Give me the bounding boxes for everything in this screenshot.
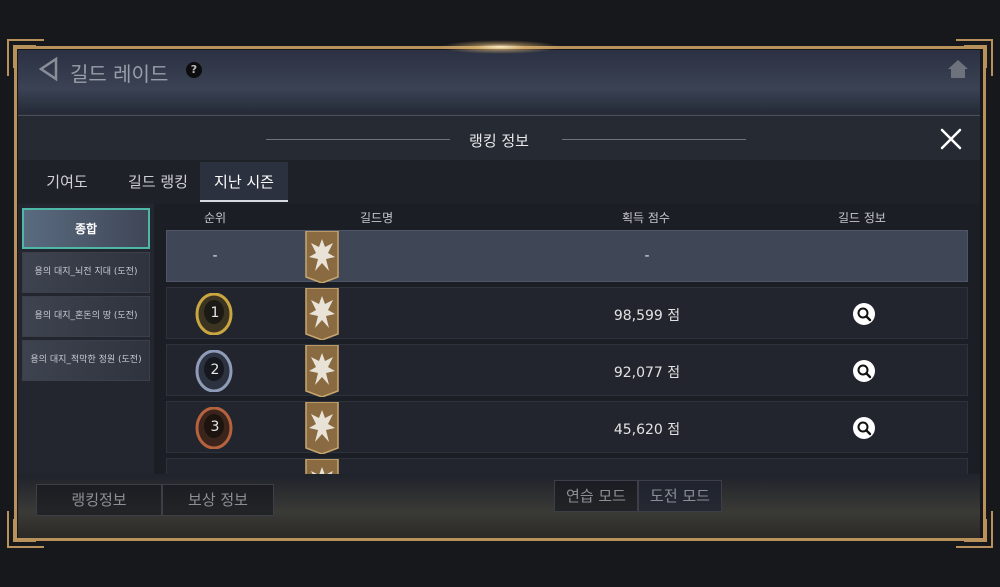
guild-emblem-icon [305,288,339,340]
table-row: 2 92,077 점 [166,344,968,397]
column-score: 획득 점수 [622,211,670,225]
background-bottom-bar: 랭킹정보 보상 정보 연습 모드 도전 모드 [18,470,980,540]
modal-header: 랭킹 정보 [18,116,980,160]
reward-info-button[interactable]: 보상 정보 [162,484,274,516]
frame-right-border [983,46,986,541]
challenge-mode-button[interactable]: 도전 모드 [638,480,722,512]
background-title: 길드 레이드 [70,62,169,86]
table-row [166,458,968,474]
background-header: 길드 레이드 ? [18,50,980,114]
magnifier-icon[interactable] [853,303,875,325]
help-icon[interactable]: ? [186,62,202,78]
frame-left-border [14,46,17,541]
table-header: 순위 길드명 획득 점수 길드 정보 [166,204,970,228]
score-value: 98,599 점 [613,308,681,324]
practice-mode-button[interactable]: 연습 모드 [554,480,638,512]
frame-bottom-border [14,538,986,541]
magnifier-icon[interactable] [853,360,875,382]
guild-emblem-icon [305,345,339,397]
sidebar-item-overall[interactable]: 종합 [22,208,150,249]
close-icon[interactable] [940,128,962,150]
column-rank: 순위 [204,211,227,225]
frame-corner-ornament [956,39,993,76]
rank-value: 3 [210,419,220,435]
table-row: 3 45,620 점 [166,401,968,454]
column-guild-name: 길드명 [360,211,394,225]
score-value: 92,077 점 [613,365,681,381]
guild-emblem-icon [305,459,339,474]
rank-value: 2 [210,362,220,378]
guild-emblem-icon [305,402,339,454]
guild-emblem-icon [305,231,339,283]
sidebar-item-thunder-zone[interactable]: 용의 대지_뇌전 지대 (도전) [22,252,150,293]
category-sidebar: 종합 용의 대지_뇌전 지대 (도전) 용의 대지_혼돈의 땅 (도전) 용의 … [18,204,154,474]
my-guild-row: - - [166,230,968,283]
ranking-list: - - 1 98,599 점 2 92,077 점 3 45,620 점 [166,230,970,474]
modal-body: 종합 용의 대지_뇌전 지대 (도전) 용의 대지_혼돈의 땅 (도전) 용의 … [18,204,980,474]
frame-top-glow [440,40,560,54]
sidebar-item-chaos-land[interactable]: 용의 대지_혼돈의 땅 (도전) [22,296,150,337]
tab-last-season[interactable]: 지난 시즌 [200,162,288,202]
rank-value: 1 [210,305,220,321]
frame-corner-ornament [956,511,993,548]
tab-bar: 기여도 길드 랭킹 지난 시즌 [18,162,980,202]
rank-value: - [212,248,218,264]
sidebar-item-silent-garden[interactable]: 용의 대지_적막한 정원 (도전) [22,340,150,381]
frame-corner-ornament [7,39,44,76]
frame-corner-ornament [7,511,44,548]
magnifier-icon[interactable] [853,417,875,439]
table-row: 1 98,599 점 [166,287,968,340]
ranking-info-modal: 랭킹 정보 기여도 길드 랭킹 지난 시즌 종합 용의 대지_뇌전 지대 (도전… [18,115,980,474]
score-value: - [644,248,650,264]
score-value: 45,620 점 [613,422,681,438]
column-guild-info: 길드 정보 [838,211,886,225]
ranking-info-button[interactable]: 랭킹정보 [36,484,162,516]
modal-title: 랭킹 정보 [469,132,529,150]
tab-guild-ranking[interactable]: 길드 랭킹 [116,162,200,202]
tab-contribution[interactable]: 기여도 [32,162,102,202]
